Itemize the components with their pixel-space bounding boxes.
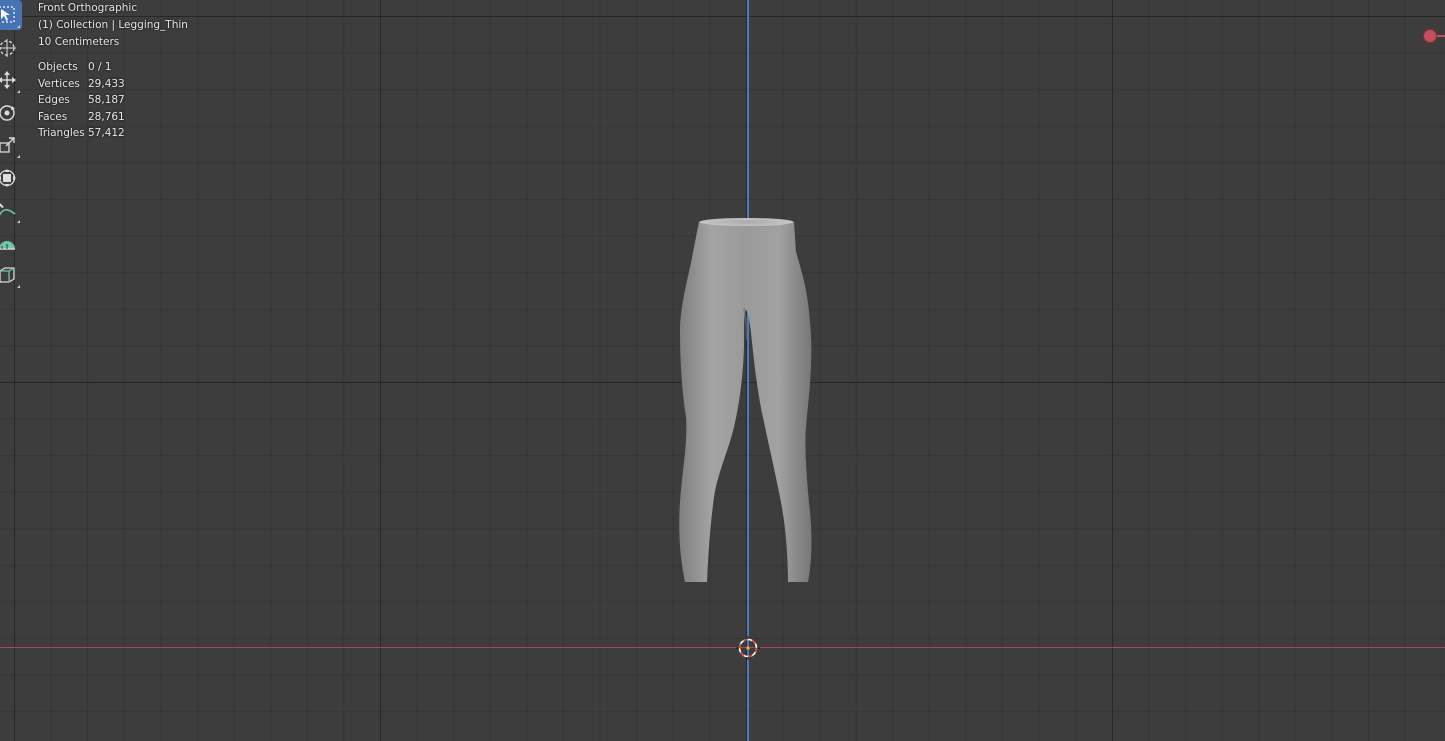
viewport-info-overlay: Front Orthographic (1) Collection | Legg…: [38, 0, 188, 142]
tool-annotate[interactable]: [0, 195, 22, 225]
tool-move[interactable]: [0, 65, 22, 95]
3d-viewport[interactable]: Front Orthographic (1) Collection | Legg…: [0, 0, 1445, 741]
3d-cursor-icon[interactable]: [736, 636, 760, 660]
tool-select-box[interactable]: [0, 0, 22, 30]
stat-row-faces: Faces 28,761: [38, 109, 188, 126]
legging-thin-mesh[interactable]: [668, 212, 828, 592]
stat-row-edges: Edges 58,187: [38, 92, 188, 109]
stat-value: 0 / 1: [88, 61, 112, 74]
stat-label: Faces: [38, 110, 68, 123]
stat-row-triangles: Triangles 57,412: [38, 125, 188, 142]
tool-options-corner: [17, 90, 20, 93]
select-box-icon: [0, 6, 15, 23]
tool-shelf: [0, 0, 23, 293]
stat-row-vertices: Vertices 29,433: [38, 76, 188, 93]
collection-info: (1) Collection | Legging_Thin: [38, 18, 188, 31]
stat-value: 58,187: [88, 94, 125, 107]
tool-options-corner: [17, 25, 20, 28]
stat-label: Objects: [38, 61, 78, 74]
stat-row-objects: Objects 0 / 1: [38, 59, 188, 76]
stat-value: 29,433: [88, 77, 125, 90]
stat-label: Vertices: [38, 77, 80, 90]
tool-measure[interactable]: [0, 228, 22, 258]
scene-statistics: Objects 0 / 1 Vertices 29,433 Edges 58,1…: [38, 59, 188, 142]
tool-options-corner: [17, 285, 20, 288]
annotate-icon: [0, 203, 16, 216]
tool-options-corner: [17, 220, 20, 223]
view-name: Front Orthographic: [38, 2, 138, 14]
move-icon: [0, 71, 16, 89]
tool-scale[interactable]: [0, 130, 22, 160]
tool-cursor[interactable]: [0, 33, 22, 63]
tool-add-cube[interactable]: [0, 260, 22, 290]
tool-rotate[interactable]: [0, 98, 22, 128]
stat-label: Triangles: [38, 127, 85, 140]
stat-value: 57,412: [88, 127, 125, 140]
tool-options-corner: [17, 155, 20, 158]
stat-label: Edges: [38, 94, 70, 107]
cursor-icon: [0, 38, 16, 57]
tool-transform[interactable]: [0, 163, 22, 193]
grid-scale: 10 Centimeters: [38, 35, 120, 48]
x-axis-gizmo-icon[interactable]: [1422, 28, 1445, 44]
measure-icon: [0, 240, 15, 250]
add-cube-icon: [0, 267, 15, 283]
scale-icon: [0, 137, 15, 153]
rotate-icon: [0, 104, 15, 121]
x-axis-line: [0, 647, 1445, 649]
transform-icon: [0, 168, 16, 187]
stat-value: 28,761: [88, 110, 125, 123]
